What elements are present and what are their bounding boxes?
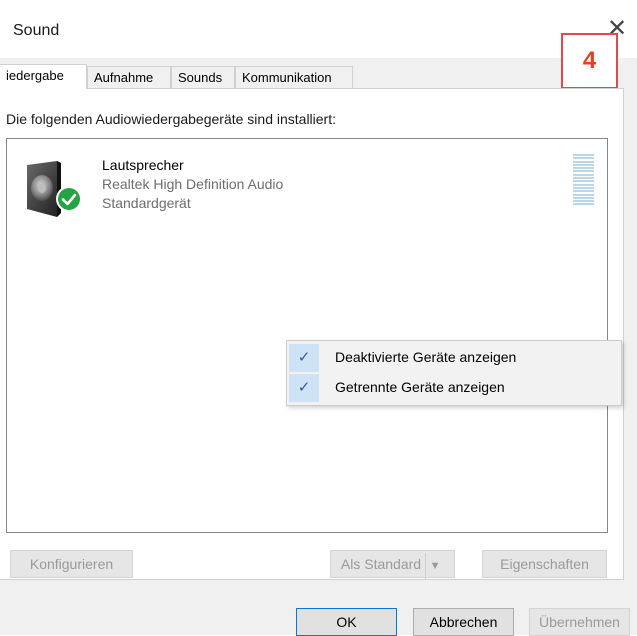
tab-strip: iedergabe Aufnahme Sounds Kommunikation [0,64,637,89]
menu-item-label: Deaktivierte Geräte anzeigen [335,349,517,365]
tab-sounds[interactable]: Sounds [171,66,235,88]
apply-button[interactable]: Übernehmen [529,608,630,636]
device-list-heading: Die folgenden Audiowiedergabegeräte sind… [6,111,336,127]
title-bar: Sound ✕ [0,0,637,58]
checkmark-icon: ✓ [289,374,319,402]
window-title: Sound [13,22,60,39]
set-default-label: Als Standard [340,556,422,572]
tab-playback[interactable]: iedergabe [0,64,87,89]
chevron-down-icon[interactable]: ▼ [425,553,444,579]
menu-item-show-disabled[interactable]: ✓ Deaktivierte Geräte anzeigen [289,344,619,372]
checkmark-icon: ✓ [289,344,319,372]
device-driver: Realtek High Definition Audio [102,176,284,192]
volume-level-meter [573,154,594,209]
properties-button[interactable]: Eigenschaften [482,550,607,578]
tab-communications[interactable]: Kommunikation [235,66,353,88]
device-name: Lautsprecher [102,157,184,173]
sound-dialog: Sound ✕ 4 iedergabe Aufnahme Sounds Komm… [0,0,637,636]
menu-item-label: Getrennte Geräte anzeigen [335,379,505,395]
ok-button[interactable]: OK [296,608,397,636]
tab-recording[interactable]: Aufnahme [87,66,171,88]
context-menu: ✓ Deaktivierte Geräte anzeigen ✓ Getrenn… [286,340,622,406]
device-status: Standardgerät [102,195,191,211]
set-default-button[interactable]: Als Standard ▼ [330,550,455,579]
default-check-icon [56,186,82,212]
configure-button[interactable]: Konfigurieren [10,550,133,578]
cancel-button[interactable]: Abbrechen [413,608,514,636]
menu-item-show-disconnected[interactable]: ✓ Getrennte Geräte anzeigen [289,374,619,402]
device-list[interactable]: Lautsprecher Realtek High Definition Aud… [6,138,608,533]
